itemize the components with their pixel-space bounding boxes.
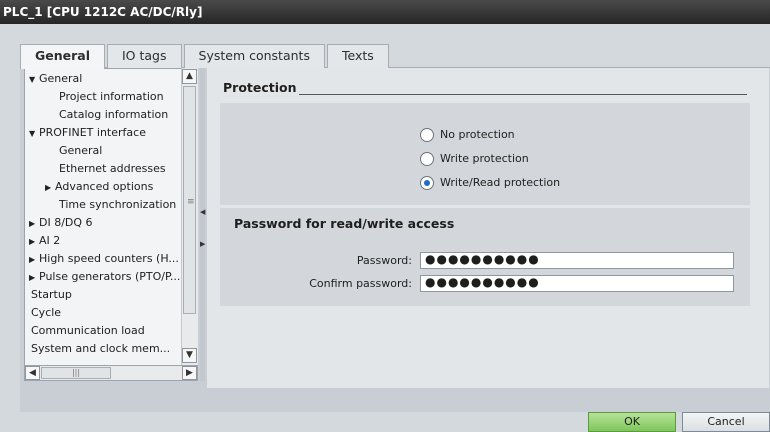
expand-right-icon[interactable]: ▶ bbox=[200, 240, 205, 248]
collapsed-arrow-icon: ▶ bbox=[45, 183, 52, 192]
radio-button-icon[interactable] bbox=[420, 152, 434, 166]
tab-io-tags[interactable]: IO tags bbox=[107, 44, 182, 68]
tree-item-profinet-general[interactable]: General bbox=[59, 142, 102, 160]
tree-item-di-dq[interactable]: ▶ DI 8/DQ 6 bbox=[29, 214, 93, 232]
protection-section-title: Protection bbox=[223, 80, 297, 95]
tree-item-time-synchronization[interactable]: Time synchronization bbox=[59, 196, 176, 214]
tab-bar: General IO tags System constants Texts bbox=[20, 44, 391, 69]
radio-write-protection[interactable]: Write protection bbox=[420, 150, 529, 168]
expanded-arrow-icon: ▼ bbox=[29, 75, 36, 84]
password-box: Password for read/write access Password:… bbox=[220, 208, 750, 306]
grip-icon: ≡ bbox=[187, 197, 195, 207]
scroll-left-icon[interactable]: ◀ bbox=[25, 366, 40, 380]
tree-item-catalog-information[interactable]: Catalog information bbox=[59, 106, 168, 124]
cancel-button[interactable]: Cancel bbox=[682, 412, 770, 432]
confirm-password-field[interactable]: ●●●●●●●●●● bbox=[420, 275, 734, 292]
scroll-thumb[interactable]: ≡ bbox=[183, 86, 196, 314]
confirm-password-label: Confirm password: bbox=[309, 277, 412, 290]
tree-item-high-speed-counters[interactable]: ▶ High speed counters (H... bbox=[29, 250, 179, 268]
scroll-down-icon[interactable]: ▼ bbox=[182, 348, 197, 363]
horizontal-scroll-thumb[interactable]: ||| bbox=[41, 367, 111, 379]
password-section-title: Password for read/write access bbox=[234, 216, 455, 231]
ok-button[interactable]: OK bbox=[588, 412, 676, 432]
window-title: PLC_1 [CPU 1212C AC/DC/Rly] bbox=[0, 0, 770, 24]
scroll-up-icon[interactable]: ▲ bbox=[182, 69, 197, 84]
tree-item-cycle[interactable]: Cycle bbox=[31, 304, 61, 322]
navigation-tree: ▼ General Project information Catalog inf… bbox=[24, 68, 198, 381]
collapsed-arrow-icon: ▶ bbox=[29, 273, 36, 282]
tree-item-general[interactable]: ▼ General bbox=[29, 70, 82, 88]
expanded-arrow-icon: ▼ bbox=[29, 129, 36, 138]
tree-item-advanced-options[interactable]: ▶ Advanced options bbox=[45, 178, 153, 196]
tree-item-pulse-generators[interactable]: ▶ Pulse generators (PTO/P... bbox=[29, 268, 180, 286]
radio-write-read-protection[interactable]: Write/Read protection bbox=[420, 174, 560, 192]
scroll-right-icon[interactable]: ▶ bbox=[182, 366, 197, 380]
tree-horizontal-scrollbar[interactable]: ◀ ||| ▶ bbox=[24, 365, 198, 381]
tree-item-startup[interactable]: Startup bbox=[31, 286, 72, 304]
tree-item-system-clock-memory[interactable]: System and clock mem... bbox=[31, 340, 170, 358]
tree-item-ai[interactable]: ▶ AI 2 bbox=[29, 232, 60, 250]
collapsed-arrow-icon: ▶ bbox=[29, 255, 36, 264]
tab-system-constants[interactable]: System constants bbox=[183, 44, 325, 68]
tree-item-ethernet-addresses[interactable]: Ethernet addresses bbox=[59, 160, 166, 178]
collapsed-arrow-icon: ▶ bbox=[29, 237, 36, 246]
password-label: Password: bbox=[356, 254, 412, 267]
tab-texts[interactable]: Texts bbox=[326, 44, 389, 68]
collapsed-arrow-icon: ▶ bbox=[29, 219, 36, 228]
panel-splitter[interactable]: ◀ ▶ bbox=[200, 68, 205, 381]
radio-button-selected-icon[interactable] bbox=[420, 176, 434, 190]
collapse-left-icon[interactable]: ◀ bbox=[200, 208, 205, 216]
tab-general[interactable]: General bbox=[20, 44, 105, 69]
protection-options-box: No protection Write protection Write/Rea… bbox=[220, 103, 750, 205]
password-field[interactable]: ●●●●●●●●●● bbox=[420, 252, 734, 269]
properties-panel: Protection No protection Write protectio… bbox=[207, 68, 769, 388]
tree-item-communication-load[interactable]: Communication load bbox=[31, 322, 145, 340]
tree-vertical-scrollbar[interactable]: ▲ ≡ ▼ bbox=[181, 68, 198, 365]
radio-no-protection[interactable]: No protection bbox=[420, 126, 515, 144]
radio-button-icon[interactable] bbox=[420, 128, 434, 142]
tree-item-project-information[interactable]: Project information bbox=[59, 88, 164, 106]
tree-item-profinet-interface[interactable]: ▼ PROFINET interface bbox=[29, 124, 146, 142]
section-divider bbox=[299, 94, 747, 95]
